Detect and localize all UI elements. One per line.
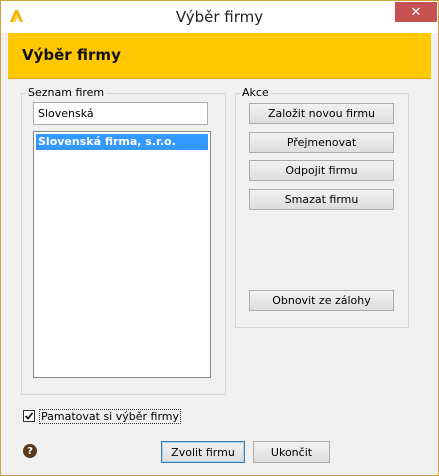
remember-selection-checkbox[interactable]: [23, 410, 35, 422]
checkmark-icon: [24, 412, 34, 420]
delete-company-button[interactable]: Smazat firmu: [249, 189, 394, 210]
window-title: Výběr firmy: [175, 8, 264, 26]
title-bar: Výběr firmy ✕: [1, 1, 438, 33]
company-list-group-label: Seznam firem: [26, 86, 107, 99]
remember-selection-checkbox-row[interactable]: Pamatovat si výběr firmy: [23, 408, 181, 424]
close-button[interactable]: ✕: [395, 2, 437, 22]
exit-button[interactable]: Ukončit: [253, 441, 330, 463]
help-icon[interactable]: ?: [23, 444, 37, 458]
list-item[interactable]: Slovenská firma, s.r.o.: [36, 134, 208, 150]
disconnect-company-button[interactable]: Odpojit firmu: [249, 160, 394, 181]
company-listbox[interactable]: Slovenská firma, s.r.o.: [33, 131, 211, 378]
close-icon: ✕: [410, 4, 422, 20]
create-company-button[interactable]: Založit novou firmu: [249, 103, 394, 124]
restore-backup-button[interactable]: Obnovit ze zálohy: [249, 290, 394, 311]
remember-selection-label: Pamatovat si výběr firmy: [39, 408, 181, 424]
actions-group-label: Akce: [240, 86, 271, 99]
select-company-button[interactable]: Zvolit firmu: [161, 441, 245, 463]
header-banner: Výběr firmy: [8, 33, 431, 79]
company-search-input[interactable]: [33, 102, 208, 125]
rename-button[interactable]: Přejmenovat: [249, 132, 394, 153]
banner-title: Výběr firmy: [22, 46, 121, 64]
